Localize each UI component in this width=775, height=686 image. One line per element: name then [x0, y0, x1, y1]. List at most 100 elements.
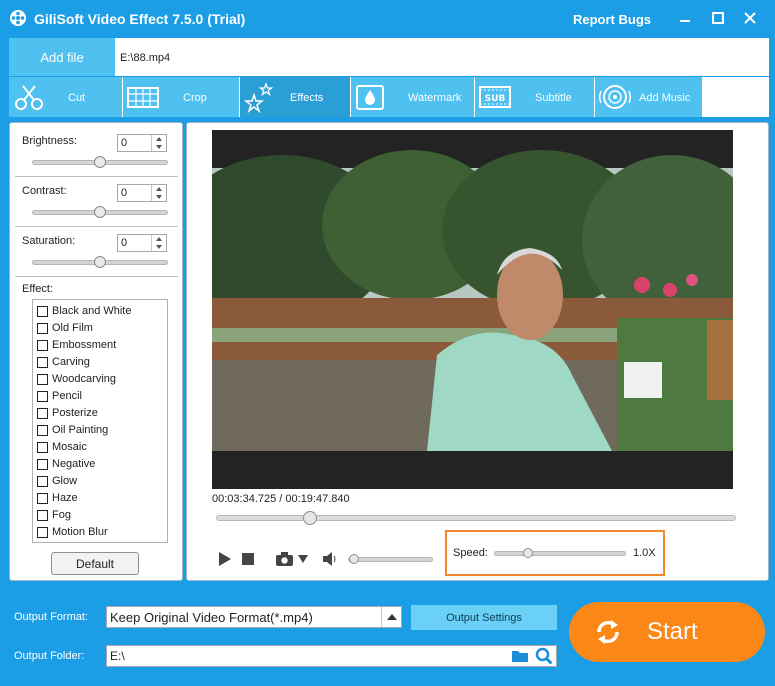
tab-add-music[interactable]: Add Music — [595, 77, 702, 117]
checkbox[interactable] — [37, 441, 48, 453]
convert-arrows-icon — [597, 620, 619, 644]
maximize-icon[interactable] — [710, 10, 726, 26]
play-icon[interactable] — [218, 551, 232, 567]
checkbox[interactable] — [37, 356, 48, 368]
output-format-select[interactable]: Keep Original Video Format(*.mp4) — [106, 606, 402, 628]
camera-icon[interactable] — [275, 551, 294, 567]
start-button[interactable]: Start — [569, 602, 765, 662]
effect-checkbox-item[interactable]: Glow — [37, 473, 77, 489]
film-reel-icon — [10, 10, 26, 26]
contrast-value: 0 — [121, 187, 128, 199]
crop-icon — [127, 87, 159, 108]
tab-crop[interactable]: Crop — [123, 77, 239, 117]
brightness-slider[interactable] — [32, 156, 168, 168]
tab-watermark[interactable]: Watermark — [351, 77, 474, 117]
search-icon[interactable] — [535, 647, 553, 665]
checkbox[interactable] — [37, 424, 48, 436]
effect-label: Pencil — [52, 390, 82, 402]
close-icon[interactable] — [742, 10, 758, 26]
effect-checkbox-item[interactable]: Fog — [37, 507, 71, 523]
checkbox[interactable] — [37, 339, 48, 351]
output-format-value: Keep Original Video Format(*.mp4) — [110, 610, 313, 625]
brightness-spinbox[interactable]: 0 — [117, 134, 167, 152]
checkbox[interactable] — [37, 509, 48, 521]
default-button[interactable]: Default — [51, 552, 139, 575]
svg-text:SUB: SUB — [485, 94, 506, 104]
checkbox[interactable] — [37, 373, 48, 385]
effect-checkbox-item[interactable]: Mosaic — [37, 439, 87, 455]
checkbox[interactable] — [37, 390, 48, 402]
subtitle-icon: SUB — [479, 86, 511, 108]
effect-label: Woodcarving — [52, 373, 116, 385]
saturation-slider-thumb[interactable] — [94, 256, 106, 268]
contrast-spinbox[interactable]: 0 — [117, 184, 167, 202]
chevron-down-icon[interactable] — [298, 555, 308, 563]
spin-up-icon[interactable] — [156, 187, 162, 191]
effect-checkbox-item[interactable]: Embossment — [37, 337, 116, 353]
effect-label: Old Film — [52, 322, 93, 334]
volume-slider-thumb[interactable] — [349, 554, 359, 564]
checkbox[interactable] — [37, 458, 48, 470]
effect-checkbox-item[interactable]: Posterize — [37, 405, 98, 421]
checkbox[interactable] — [37, 322, 48, 334]
effect-checkbox-item[interactable]: Pencil — [37, 388, 82, 404]
app-title: GiliSoft Video Effect 7.5.0 (Trial) — [34, 11, 246, 27]
tab-effects[interactable]: Effects — [240, 77, 350, 117]
checkbox[interactable] — [37, 526, 48, 538]
seek-slider-thumb[interactable] — [303, 511, 318, 525]
add-file-button[interactable]: Add file — [9, 38, 115, 76]
volume-icon[interactable] — [322, 552, 338, 566]
file-path-label: E:\88.mp4 — [120, 52, 171, 64]
output-folder-value: E:\ — [110, 649, 125, 663]
contrast-slider[interactable] — [32, 206, 168, 218]
effect-label: Motion Blur — [52, 526, 108, 538]
contrast-label: Contrast: — [22, 185, 67, 197]
brightness-spin-buttons[interactable] — [151, 135, 166, 151]
saturation-spinbox[interactable]: 0 — [117, 234, 167, 252]
speed-slider[interactable] — [494, 548, 626, 558]
tab-subtitle[interactable]: SUB Subtitle — [475, 77, 594, 117]
saturation-slider[interactable] — [32, 256, 168, 268]
tab-crop-label: Crop — [183, 92, 207, 104]
effect-label: Oil Painting — [52, 424, 109, 436]
effect-checkbox-item[interactable]: Black and White — [37, 303, 131, 319]
saturation-spin-buttons[interactable] — [151, 235, 166, 251]
spin-up-icon[interactable] — [156, 137, 162, 141]
output-settings-button[interactable]: Output Settings — [411, 605, 557, 630]
checkbox[interactable] — [37, 492, 48, 504]
divider — [15, 176, 178, 177]
effect-checkbox-item[interactable]: Old Film — [37, 320, 93, 336]
contrast-slider-thumb[interactable] — [94, 206, 106, 218]
seek-slider[interactable] — [216, 511, 736, 525]
speed-slider-thumb[interactable] — [522, 548, 533, 558]
checkbox[interactable] — [37, 305, 48, 317]
dropdown-arrow-icon[interactable] — [381, 607, 401, 627]
speed-label: Speed: — [453, 547, 488, 559]
checkbox[interactable] — [37, 475, 48, 487]
tab-cut[interactable]: Cut — [9, 77, 122, 117]
report-bugs-link[interactable]: Report Bugs — [573, 12, 651, 27]
output-folder-input[interactable]: E:\ — [106, 645, 557, 667]
effect-label: Black and White — [52, 305, 132, 317]
spin-down-icon[interactable] — [156, 245, 162, 249]
spin-down-icon[interactable] — [156, 195, 162, 199]
volume-slider[interactable] — [348, 554, 433, 564]
effect-checkbox-item[interactable]: Motion Blur — [37, 524, 108, 540]
effect-checkbox-item[interactable]: Carving — [37, 354, 90, 370]
effect-label: Carving — [52, 356, 90, 368]
minimize-icon[interactable] — [677, 10, 693, 26]
spin-up-icon[interactable] — [156, 237, 162, 241]
brightness-slider-thumb[interactable] — [94, 156, 106, 168]
output-format-label: Output Format: — [14, 611, 88, 623]
spin-down-icon[interactable] — [156, 145, 162, 149]
checkbox[interactable] — [37, 407, 48, 419]
effect-checkbox-item[interactable]: Negative — [37, 456, 95, 472]
folder-icon[interactable] — [511, 648, 529, 664]
tab-cut-label: Cut — [68, 92, 86, 104]
effect-checkbox-item[interactable]: Oil Painting — [37, 422, 108, 438]
effect-checkbox-item[interactable]: Woodcarving — [37, 371, 116, 387]
effect-checkbox-item[interactable]: Haze — [37, 490, 78, 506]
contrast-spin-buttons[interactable] — [151, 185, 166, 201]
stop-icon[interactable] — [242, 553, 254, 565]
effect-label: Fog — [52, 509, 71, 521]
